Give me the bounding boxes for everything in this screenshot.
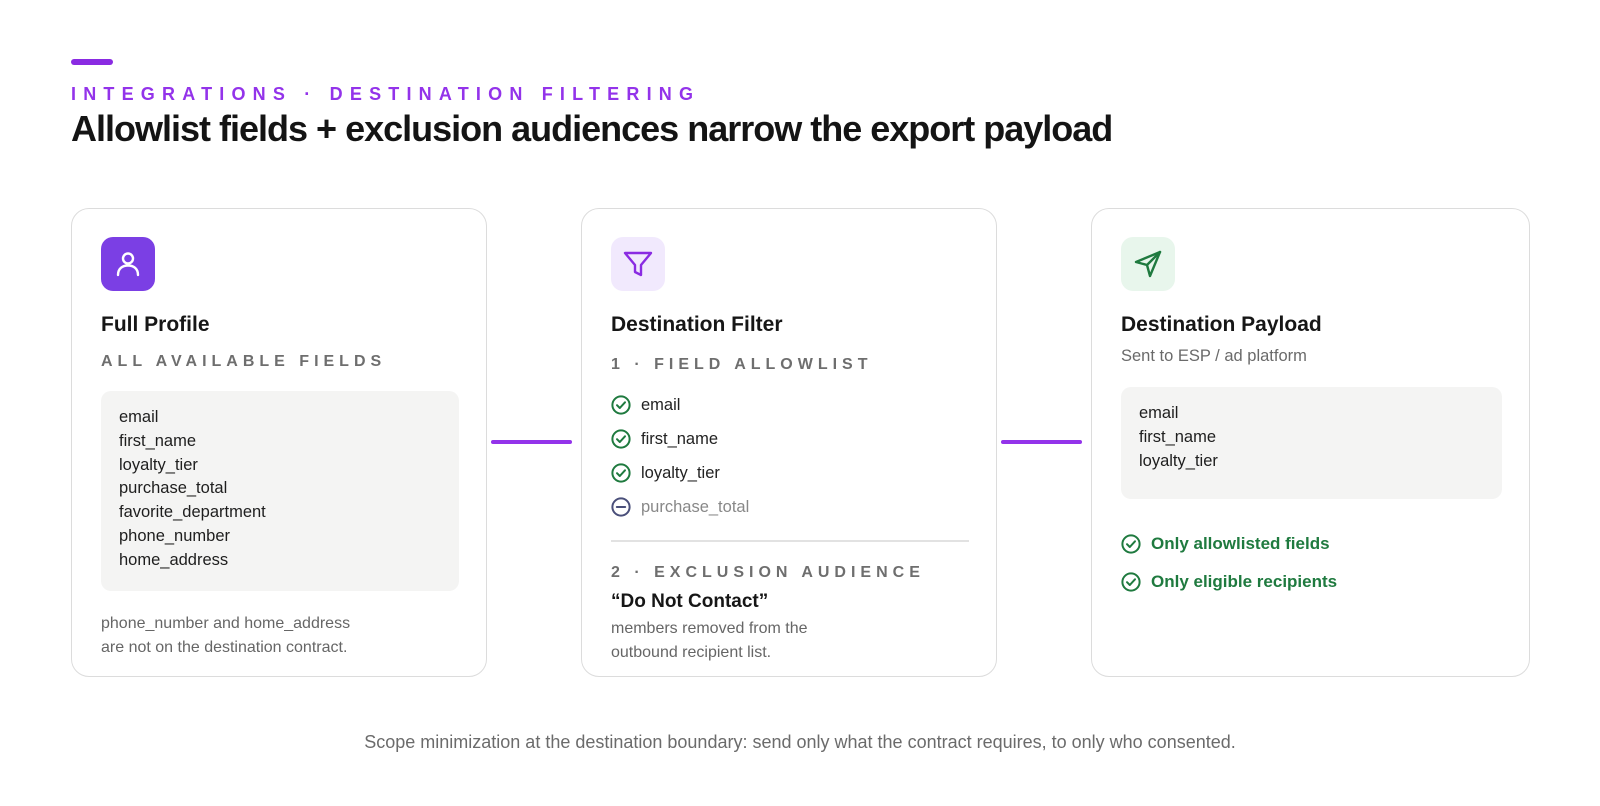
check-circle-icon (611, 429, 631, 449)
note-line: are not on the destination contract. (101, 639, 348, 656)
send-icon (1121, 237, 1175, 291)
note-line: phone_number and home_address (101, 615, 351, 632)
destination-filter-card: Destination Filter 1 · FIELD ALLOWLIST e… (581, 208, 997, 677)
field-item: email (1139, 404, 1179, 422)
profile-note: phone_number and home_address are not on… (101, 612, 350, 660)
divider (611, 540, 969, 542)
check-circle-icon (611, 395, 631, 415)
allowlist-field: first_name (641, 429, 719, 448)
field-item: loyalty_tier (1139, 451, 1218, 470)
allowlist-item: loyalty_tier (611, 462, 720, 484)
card-title: Destination Payload (1121, 313, 1322, 336)
field-item: first_name (119, 431, 197, 450)
allowlist-item-excluded: purchase_total (611, 496, 749, 518)
destination-payload-card: Destination Payload Sent to ESP / ad pla… (1091, 208, 1530, 677)
user-icon (101, 237, 155, 291)
section-label: ALL AVAILABLE FIELDS (101, 353, 387, 370)
check-circle-icon (1121, 534, 1141, 554)
field-item: purchase_total (119, 479, 228, 498)
allowlist-item: email (611, 394, 680, 416)
accent-bar (71, 59, 113, 65)
exclusion-audience-name: “Do Not Contact” (611, 591, 769, 612)
card-title: Destination Filter (611, 313, 783, 336)
field-item: home_address (119, 550, 229, 569)
allowlist-item: first_name (611, 428, 718, 450)
check-circle-icon (1121, 572, 1141, 592)
flow-connector (1001, 440, 1082, 444)
card-subtitle: Sent to ESP / ad platform (1121, 347, 1307, 365)
allowlist-field: purchase_total (641, 497, 750, 516)
field-list: email first_name loyalty_tier purchase_t… (101, 391, 459, 591)
flow-connector (491, 440, 572, 444)
note-line: members removed from the (611, 620, 808, 637)
field-item: phone_number (119, 526, 231, 545)
note-line: outbound recipient list. (611, 644, 772, 661)
allowlist-label: 1 · FIELD ALLOWLIST (611, 356, 873, 373)
guarantee-item: Only eligible recipients (1121, 570, 1337, 594)
field-item: loyalty_tier (119, 455, 198, 474)
check-circle-icon (611, 463, 631, 483)
allowlist-field: loyalty_tier (641, 463, 720, 482)
field-item: favorite_department (119, 503, 266, 522)
field-item: first_name (1139, 427, 1217, 446)
payload-field-list: email first_name loyalty_tier (1121, 387, 1502, 499)
minus-circle-icon (611, 497, 631, 517)
guarantee-item: Only allowlisted fields (1121, 532, 1330, 556)
guarantee-label: Only eligible recipients (1151, 572, 1338, 591)
guarantee-label: Only allowlisted fields (1151, 534, 1330, 553)
filter-icon (611, 237, 665, 291)
exclusion-note: members removed from the outbound recipi… (611, 617, 808, 665)
eyebrow-label: INTEGRATIONS · DESTINATION FILTERING (71, 84, 701, 104)
allowlist-field: email (641, 395, 681, 414)
footer-caption: Scope minimization at the destination bo… (364, 732, 1236, 752)
field-item: email (119, 408, 159, 426)
card-title: Full Profile (101, 313, 210, 336)
full-profile-card: Full Profile ALL AVAILABLE FIELDS email … (71, 208, 487, 677)
page-title: Allowlist fields + exclusion audiences n… (71, 108, 1113, 149)
exclusion-label: 2 · EXCLUSION AUDIENCE (611, 564, 925, 581)
